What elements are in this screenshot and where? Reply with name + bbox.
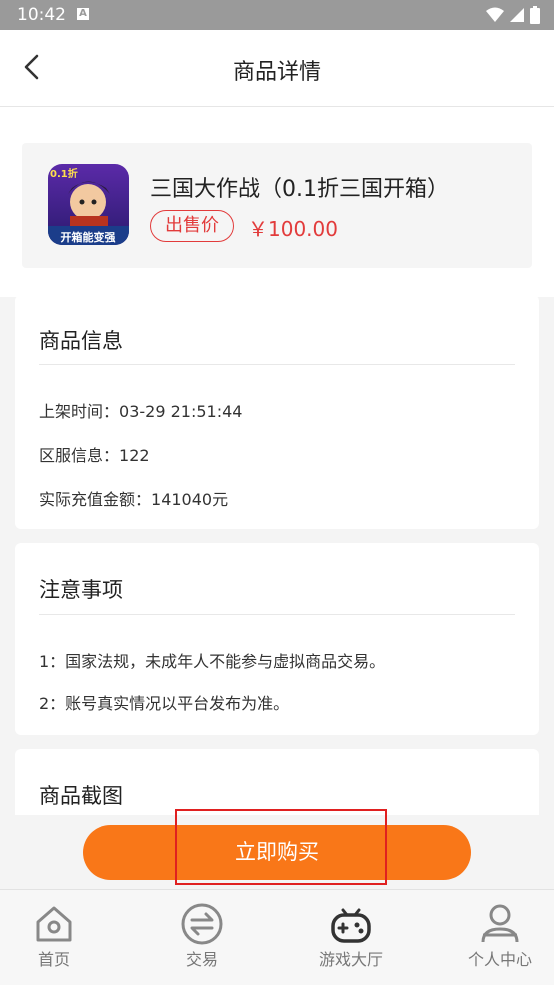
info-row-server: 区服信息：122 [39, 442, 150, 466]
screenshots-title: 商品截图 [39, 784, 123, 808]
screenshots-section: 商品截图 [15, 749, 539, 815]
nav-header: 商品详情 [0, 30, 554, 107]
goods-info-section: 商品信息 上架时间：03-29 21:51:44 区服信息：122 实际充值金额… [15, 295, 539, 529]
tab-label: 首页 [37, 950, 70, 969]
tab-label: 游戏大厅 [318, 950, 383, 969]
tab-trade[interactable]: 交易 [133, 890, 271, 985]
info-value: 03-29 21:51:44 [119, 402, 243, 421]
info-label: 区服信息： [39, 446, 120, 465]
tab-profile[interactable]: 个人中心 [431, 890, 554, 985]
trade-icon [181, 903, 223, 945]
product-price: ￥100.00 [248, 217, 338, 241]
product-card: 0.1折 开箱能变强 三国大作战（0.1折三国开箱） 出售价 ￥100.00 [22, 143, 532, 268]
battery-icon [530, 6, 540, 24]
note-item: 1：国家法规，未成年人不能参与虚拟商品交易。 [39, 652, 386, 671]
person-icon [481, 904, 519, 943]
tab-home[interactable]: 首页 [0, 890, 123, 985]
price-tag: 出售价 [150, 210, 234, 242]
buy-now-button[interactable]: 立即购买 [83, 825, 471, 880]
goods-info-title: 商品信息 [39, 329, 123, 353]
wifi-icon [486, 7, 504, 22]
game-icon: 0.1折 开箱能变强 [48, 164, 129, 245]
home-icon [36, 906, 72, 942]
tab-game-hall[interactable]: 游戏大厅 [282, 890, 420, 985]
notes-section: 注意事项 1：国家法规，未成年人不能参与虚拟商品交易。 2：账号真实情况以平台发… [15, 543, 539, 735]
notes-title: 注意事项 [39, 578, 123, 602]
status-bar: 10:42 A [0, 0, 554, 30]
tab-label: 交易 [185, 950, 218, 969]
divider [39, 614, 515, 615]
tab-label: 个人中心 [467, 950, 532, 969]
info-value: 141040元 [151, 490, 229, 509]
info-label: 实际充值金额： [39, 490, 152, 509]
info-label: 上架时间： [39, 402, 120, 421]
status-time: 10:42 [17, 5, 66, 25]
system-icons [486, 6, 540, 24]
signal-icon [510, 8, 524, 22]
divider [39, 364, 515, 365]
info-value: 122 [119, 446, 150, 465]
note-item: 2：账号真实情况以平台发布为准。 [39, 694, 290, 713]
info-row-recharge: 实际充值金额：141040元 [39, 486, 228, 510]
gamepad-icon [331, 908, 371, 943]
page-title: 商品详情 [232, 60, 321, 85]
info-row-listed-time: 上架时间：03-29 21:51:44 [39, 398, 242, 422]
product-name: 三国大作战（0.1折三国开箱） [150, 177, 449, 202]
game-icon-caption: 开箱能变强 [61, 230, 116, 244]
game-icon-badge: 0.1折 [50, 167, 78, 180]
notification-icon: A [77, 8, 89, 20]
bottom-tabbar: 首页 交易 游戏大厅 个人中心 [0, 889, 554, 985]
